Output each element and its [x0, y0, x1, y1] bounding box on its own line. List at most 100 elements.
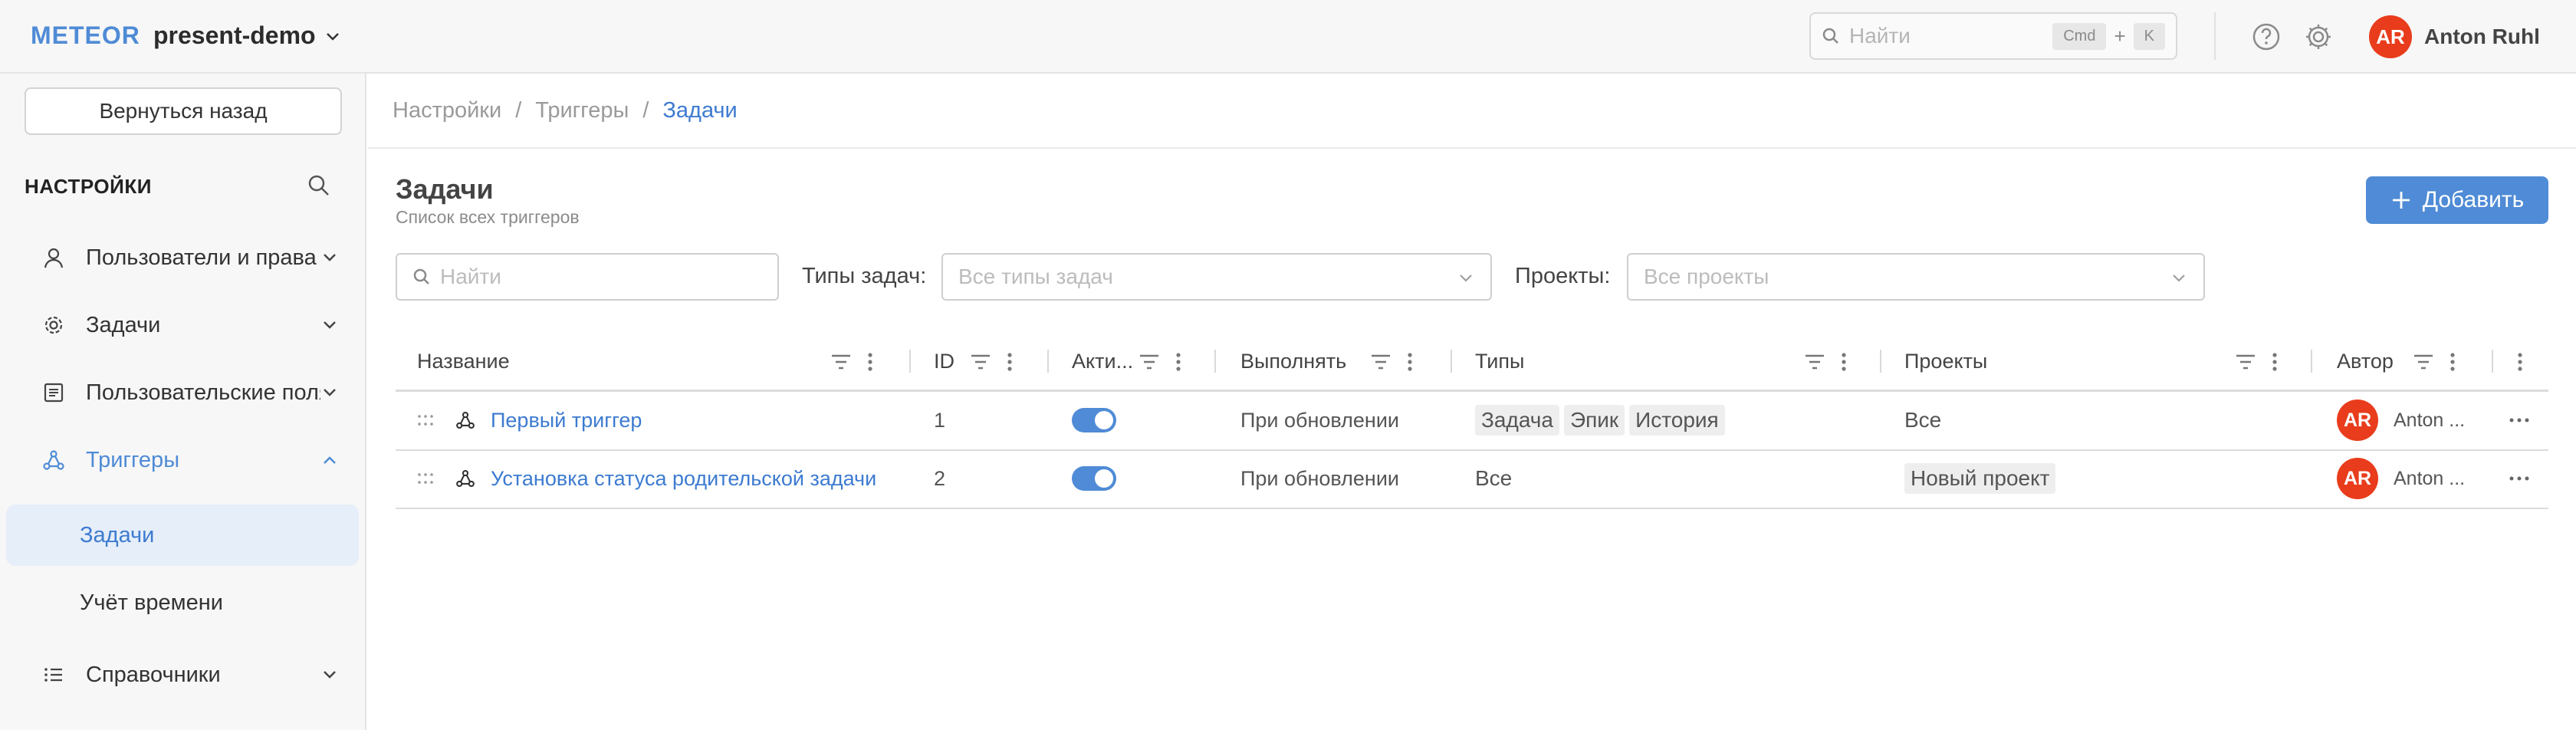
- more-vertical-icon[interactable]: [2271, 351, 2279, 373]
- more-vertical-icon[interactable]: [1006, 351, 1014, 373]
- breadcrumb-separator: /: [515, 98, 522, 123]
- more-horizontal-icon[interactable]: [2509, 416, 2530, 424]
- trigger-name-link[interactable]: Первый триггер: [491, 391, 642, 449]
- add-button-label: Добавить: [2422, 187, 2525, 212]
- breadcrumb-settings[interactable]: Настройки: [393, 98, 501, 123]
- column-header-id[interactable]: ID: [934, 333, 955, 390]
- column-tools: [830, 351, 874, 373]
- table-row[interactable]: Первый триггер 1 При обновлении Задача Э…: [396, 391, 2548, 449]
- project-switcher[interactable]: present-demo: [153, 21, 342, 50]
- types-filter-select[interactable]: Все типы задач: [941, 253, 1492, 301]
- page-title: Задачи: [396, 173, 494, 205]
- column-header-execute[interactable]: Выполнять: [1240, 333, 1346, 390]
- column-separator[interactable]: [1047, 350, 1049, 373]
- chevron-down-icon: [324, 671, 336, 679]
- trigger-icon: [455, 391, 475, 449]
- avatar: AR: [2337, 458, 2378, 499]
- avatar: AR: [2369, 15, 2412, 58]
- column-header-active[interactable]: Акти...: [1072, 333, 1133, 390]
- sidebar-item-label: Пользовательские поля: [86, 380, 320, 405]
- author-cell: AR Anton ...: [2337, 391, 2465, 449]
- filter-icon[interactable]: [969, 352, 992, 372]
- column-separator[interactable]: [1880, 350, 1881, 373]
- sidebar-item-references[interactable]: Справочники: [6, 646, 359, 704]
- more-vertical-icon[interactable]: [1175, 351, 1182, 373]
- list-icon: [44, 668, 62, 682]
- column-separator[interactable]: [2311, 350, 2312, 373]
- active-toggle[interactable]: [1072, 449, 1116, 508]
- breadcrumb: Настройки / Триггеры / Задачи: [393, 98, 738, 123]
- back-button[interactable]: Вернуться назад: [25, 87, 342, 135]
- column-header-types[interactable]: Типы: [1475, 333, 1524, 390]
- chevron-down-icon: [324, 389, 336, 396]
- filter-icon[interactable]: [1369, 352, 1392, 372]
- sidebar-item-users[interactable]: Пользователи и права: [6, 229, 359, 287]
- help-icon[interactable]: [2251, 21, 2282, 52]
- more-vertical-icon[interactable]: [2516, 351, 2524, 373]
- column-header-projects[interactable]: Проекты: [1904, 333, 1987, 390]
- column-separator[interactable]: [1214, 350, 1216, 373]
- search-placeholder: Найти: [440, 265, 501, 288]
- shortcut-plus: +: [2114, 24, 2126, 48]
- active-toggle[interactable]: [1072, 391, 1116, 449]
- search-icon: [413, 268, 429, 284]
- author-name: Anton ...: [2394, 409, 2466, 431]
- column-tools: [1138, 351, 1182, 373]
- breadcrumb-current: Задачи: [662, 98, 738, 123]
- search-icon: [1822, 28, 1838, 44]
- sidebar-subitem-tasks[interactable]: Задачи: [6, 505, 359, 566]
- sidebar-item-triggers[interactable]: Триггеры: [6, 431, 359, 489]
- row-divider: [396, 508, 2548, 509]
- toggle-switch[interactable]: [1072, 408, 1116, 432]
- row-menu[interactable]: [2509, 449, 2530, 508]
- column-tools: [969, 351, 1014, 373]
- sidebar-item-label: Пользователи и права: [86, 245, 317, 270]
- types-filter-placeholder: Все типы задач: [958, 265, 1113, 288]
- drag-handle[interactable]: [417, 391, 434, 449]
- column-header-name[interactable]: Название: [417, 333, 510, 390]
- app-logo[interactable]: METEOR: [31, 21, 140, 50]
- author-name: Anton ...: [2394, 467, 2466, 489]
- gear-icon[interactable]: [2303, 21, 2334, 52]
- filter-icon[interactable]: [1138, 352, 1161, 372]
- projects-tags: Новый проект: [1904, 449, 2060, 508]
- page-subtitle: Список всех триггеров: [396, 207, 580, 227]
- more-vertical-icon[interactable]: [2449, 351, 2456, 373]
- drag-handle[interactable]: [417, 449, 434, 508]
- filter-icon[interactable]: [2412, 352, 2435, 372]
- type-tag: Эпик: [1563, 405, 1625, 436]
- form-icon: [44, 383, 64, 403]
- sidebar-subitem-time-tracking[interactable]: Учёт времени: [6, 572, 359, 633]
- add-button[interactable]: Добавить: [2366, 176, 2548, 224]
- sidebar: Вернуться назад НАСТРОЙКИ Пользователи и…: [0, 74, 366, 730]
- row-menu[interactable]: [2509, 391, 2530, 449]
- column-separator[interactable]: [1451, 350, 1452, 373]
- search-input[interactable]: Найти: [396, 253, 779, 301]
- more-vertical-icon[interactable]: [1406, 351, 1414, 373]
- filter-icon[interactable]: [2234, 352, 2257, 372]
- search-icon[interactable]: [305, 172, 333, 199]
- column-separator[interactable]: [909, 350, 911, 373]
- more-vertical-icon[interactable]: [1840, 351, 1848, 373]
- column-tools: [1369, 351, 1414, 373]
- avatar: AR: [2337, 400, 2378, 441]
- sidebar-title: НАСТРОЙКИ: [25, 175, 152, 198]
- filter-icon[interactable]: [1803, 352, 1826, 372]
- trigger-icon: [455, 449, 475, 508]
- sidebar-item-tasks[interactable]: Задачи: [6, 296, 359, 354]
- sidebar-item-custom-fields[interactable]: Пользовательские поля: [6, 363, 359, 422]
- column-separator[interactable]: [2492, 350, 2493, 373]
- table-row[interactable]: Установка статуса родительской задачи 2 …: [396, 449, 2548, 508]
- project-tag: Новый проект: [1904, 463, 2056, 494]
- toggle-switch[interactable]: [1072, 466, 1116, 491]
- more-horizontal-icon[interactable]: [2509, 475, 2530, 482]
- user-menu[interactable]: AR Anton Ruhl: [2369, 15, 2540, 58]
- filter-icon[interactable]: [830, 352, 853, 372]
- global-search[interactable]: Найти Cmd + K: [1809, 12, 2177, 60]
- projects-filter-select[interactable]: Все проекты: [1627, 253, 2205, 301]
- project-name: present-demo: [153, 21, 316, 49]
- column-header-author[interactable]: Автор: [2337, 333, 2394, 390]
- breadcrumb-triggers[interactable]: Триггеры: [535, 98, 629, 123]
- trigger-name-link[interactable]: Установка статуса родительской задачи: [491, 449, 876, 508]
- more-vertical-icon[interactable]: [866, 351, 874, 373]
